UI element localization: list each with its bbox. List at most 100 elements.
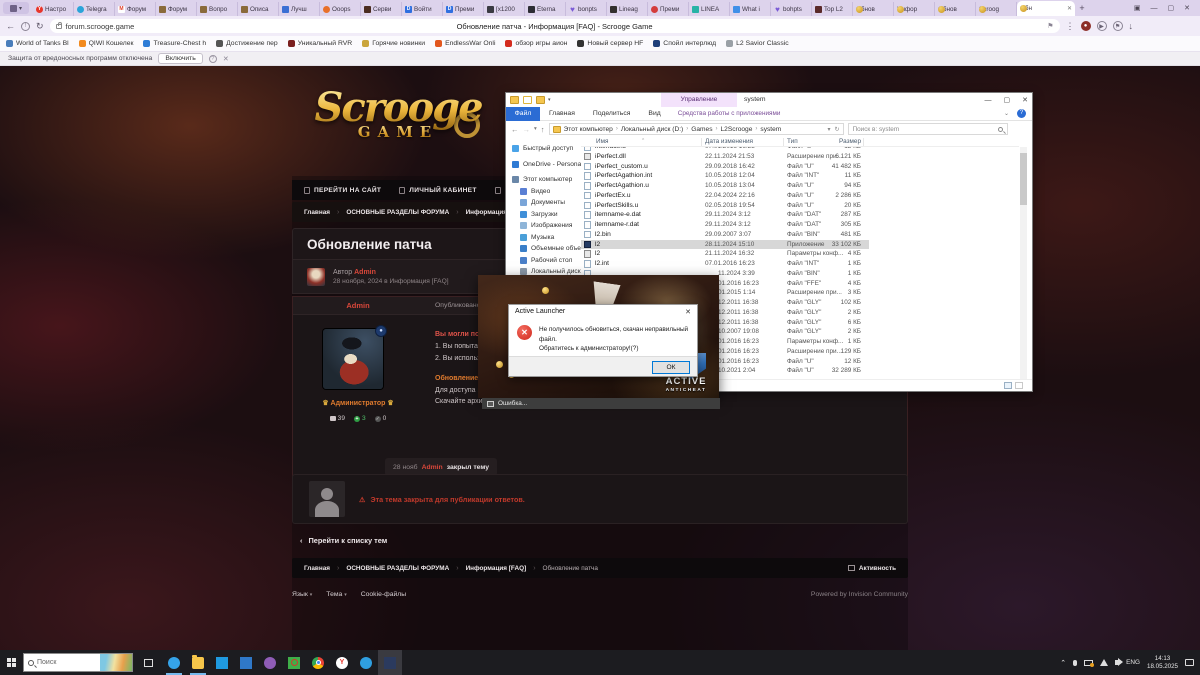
bookmark-item[interactable]: World of Tanks Bl: [6, 40, 69, 47]
minimize-button[interactable]: —: [985, 97, 992, 104]
column-date[interactable]: Дата изменения: [705, 138, 753, 145]
sidebar-item-folder[interactable]: Видео: [506, 186, 581, 198]
address-dropdown-icon[interactable]: ▾: [827, 126, 830, 133]
browser-tab[interactable]: Eterna: [525, 2, 566, 16]
column-size[interactable]: Размер: [806, 138, 861, 145]
forum-nav-item[interactable]: ЛИЧНЫЙ КАБИНЕТ: [399, 187, 476, 194]
table-row[interactable]: iPerfect.dll22.11.2024 21:53Расширение п…: [581, 152, 1021, 162]
refresh-icon[interactable]: ↻: [834, 126, 839, 133]
browser-tab[interactable]: Обнов: [853, 2, 894, 16]
browser-tab[interactable]: Серви: [361, 2, 402, 16]
post-author-link[interactable]: Admin: [293, 301, 423, 310]
up-button[interactable]: ↑: [541, 125, 545, 134]
taskbar-app-mail[interactable]: [234, 650, 258, 675]
address-bar[interactable]: forum.scrooge.game Обновление патча - Ин…: [50, 19, 1060, 33]
search-daily-art[interactable]: [100, 654, 132, 672]
breadcrumb-item[interactable]: Информация [FAQ]: [466, 565, 527, 572]
site-logo[interactable]: Scrooge GAME: [288, 84, 508, 180]
minimize-button[interactable]: —: [1151, 5, 1158, 12]
browser-tab[interactable]: Форум: [156, 2, 197, 16]
ribbon-tab[interactable]: Поделиться: [584, 107, 640, 121]
help-icon[interactable]: ?: [209, 55, 217, 63]
new-folder-icon[interactable]: [536, 96, 545, 104]
task-view-button[interactable]: [137, 650, 160, 675]
bookmark-item[interactable]: Уникальный RVR: [288, 40, 353, 47]
bookmark-item[interactable]: обзор игры аион: [505, 40, 567, 47]
collections-icon[interactable]: ⚑: [1113, 21, 1123, 31]
hidden-icons-chevron[interactable]: ⌃: [1060, 659, 1066, 667]
sidebar-item-star[interactable]: Быстрый доступ: [506, 143, 581, 155]
more-menu-icon[interactable]: ⋮: [1066, 21, 1075, 32]
close-button[interactable]: ✕: [1184, 4, 1190, 12]
properties-icon[interactable]: [523, 96, 532, 104]
breadcrumb-item[interactable]: ОСНОВНЫЕ РАЗДЕЛЫ ФОРУМА: [346, 565, 449, 572]
bookmark-item[interactable]: Новый сервер HF: [577, 40, 643, 47]
browser-tab[interactable]: Преми: [648, 2, 689, 16]
table-row[interactable]: l221.11.2024 16:32Параметры конф...4 КБ: [581, 249, 1021, 259]
back-to-topic-list-link[interactable]: ‹ Перейти к списку тем: [300, 536, 387, 545]
column-name[interactable]: Имя: [596, 138, 608, 145]
breadcrumb-item[interactable]: Обновление патча: [543, 565, 598, 572]
sidebar-item-cloud[interactable]: OneDrive - Personal: [506, 159, 581, 171]
thumbnails-view-icon[interactable]: [1015, 382, 1023, 389]
tabs-menu-button[interactable]: ▾: [3, 2, 29, 14]
protect-icon[interactable]: !: [21, 22, 30, 31]
browser-tab[interactable]: Инфор: [894, 2, 935, 16]
address-segment[interactable]: Этот компьютер: [564, 126, 613, 133]
breadcrumb-item[interactable]: ОСНОВНЫЕ РАЗДЕЛЫ ФОРУМА: [346, 209, 449, 216]
search-input[interactable]: Поиск в: system: [848, 123, 1008, 135]
footer-link[interactable]: Тема ▾: [326, 591, 346, 598]
ribbon-tab[interactable]: Главная: [540, 107, 584, 121]
ok-button[interactable]: ОК: [652, 361, 690, 374]
breadcrumb-item[interactable]: Главная: [304, 209, 330, 216]
maximize-button[interactable]: ▢: [1168, 4, 1175, 12]
table-row[interactable]: itemname-e.dat29.11.2024 3:12Файл "DAT"2…: [581, 210, 1021, 220]
browser-tab[interactable]: Описа: [238, 2, 279, 16]
activity-link[interactable]: Активность: [848, 565, 896, 572]
tab-close-icon[interactable]: ✕: [1067, 5, 1072, 12]
bookmark-item[interactable]: EndlessWar Onli: [435, 40, 495, 47]
browser-tab[interactable]: Обнов: [935, 2, 976, 16]
taskbar-search-input[interactable]: Поиск: [23, 653, 133, 672]
sidebar-item-desk[interactable]: Рабочий стол: [506, 255, 581, 267]
scrollbar[interactable]: [1020, 147, 1027, 381]
browser-tab[interactable]: What i: [730, 2, 771, 16]
table-row[interactable]: l2.int07.01.2016 16:23Файл "INT"1 КБ: [581, 259, 1021, 269]
contextual-tab-manage[interactable]: Управление: [661, 93, 737, 107]
recent-locations-icon[interactable]: ▾: [534, 126, 537, 132]
browser-tab[interactable]: Вопро: [197, 2, 238, 16]
chevron-down-icon[interactable]: ▾: [548, 97, 551, 103]
network-icon[interactable]: [1100, 659, 1108, 666]
bookmark-item[interactable]: L2 Savior Classic: [726, 40, 789, 47]
address-breadcrumb[interactable]: Этот компьютер›Локальный диск (D:)›Games…: [549, 123, 844, 135]
table-row[interactable]: iPerfectAgathion.u10.05.2018 13:04Файл "…: [581, 181, 1021, 191]
taskbar-app-edge[interactable]: [162, 650, 186, 675]
downloads-icon[interactable]: ↓: [1129, 21, 1134, 31]
sidebar-item-folder[interactable]: Документы: [506, 197, 581, 209]
close-button[interactable]: ✕: [685, 308, 691, 316]
table-row[interactable]: l2.bin29.09.2007 3:07Файл "BIN"481 КБ: [581, 230, 1021, 240]
ribbon-collapse-icon[interactable]: ⌄: [1004, 110, 1009, 117]
table-row[interactable]: l228.11.2024 15:10Приложение33 102 КБ: [581, 240, 1021, 250]
ribbon-tab-file[interactable]: Файл: [506, 107, 540, 121]
url-text[interactable]: forum.scrooge.game: [66, 22, 135, 31]
column-type[interactable]: Тип: [787, 138, 798, 145]
maximize-button[interactable]: ▢: [1004, 96, 1011, 104]
table-row[interactable]: iPerfect_custom.u29.09.2018 16:42Файл "U…: [581, 162, 1021, 172]
footer-link[interactable]: Cookie-файлы: [361, 591, 406, 598]
bookmark-item[interactable]: Спойл интерлюд: [653, 40, 716, 47]
taskbar-app-active-window[interactable]: [378, 650, 402, 675]
action-center-icon[interactable]: [1185, 659, 1194, 666]
browser-tab[interactable]: LINEA: [689, 2, 730, 16]
browser-tab[interactable]: Telegra: [74, 2, 115, 16]
browser-tab[interactable]: DПреми: [443, 2, 484, 16]
sidebar-item-pc[interactable]: Этот компьютер: [506, 174, 581, 186]
address-segment[interactable]: Games: [691, 126, 712, 133]
details-view-icon[interactable]: [1004, 382, 1012, 389]
start-button[interactable]: [0, 650, 23, 675]
speaker-icon[interactable]: [1115, 660, 1119, 665]
new-tab-button[interactable]: +: [1075, 1, 1089, 15]
author-link[interactable]: Admin: [354, 269, 376, 276]
explorer-title-bar[interactable]: ▾ Управление system — ▢ ✕: [506, 93, 1032, 107]
browser-tab[interactable]: Scroog: [976, 2, 1017, 16]
